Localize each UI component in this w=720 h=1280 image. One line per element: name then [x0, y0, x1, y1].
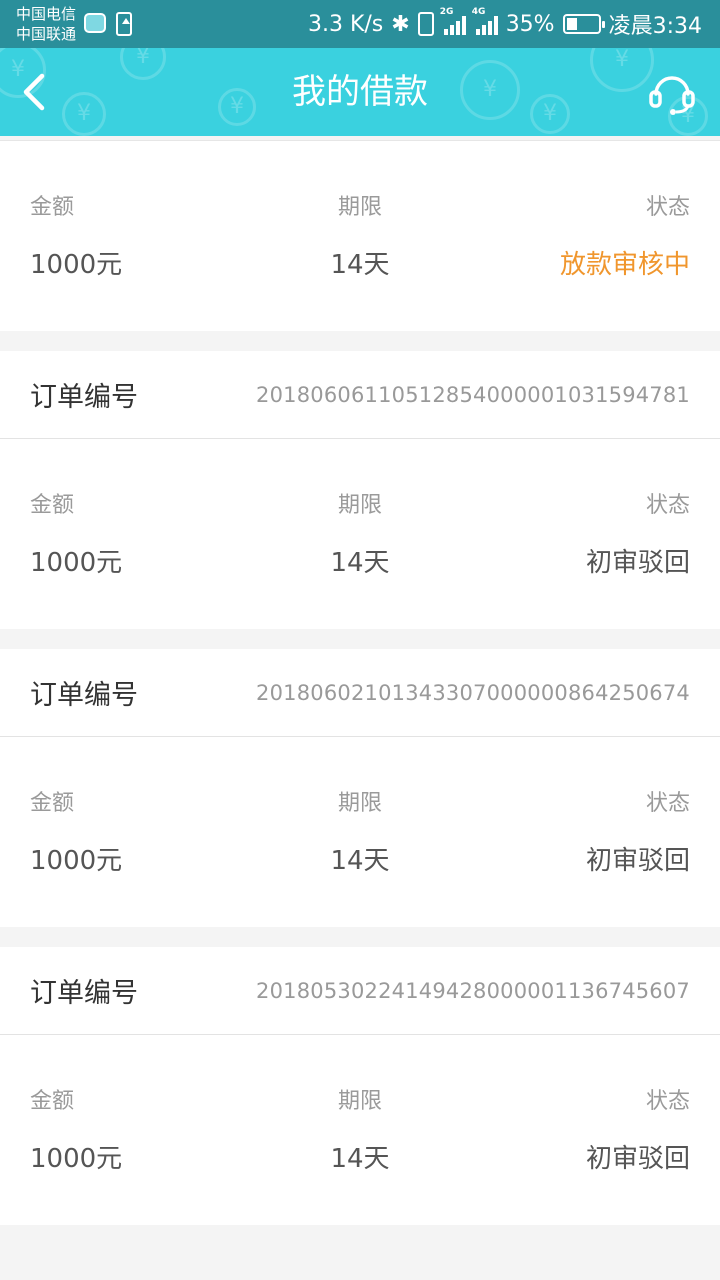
app-header: ¥ ¥ ¥ ¥ ¥ ¥ ¥ ¥ 我的借款	[0, 48, 720, 136]
battery-icon	[562, 14, 605, 34]
loan-list: 金额 1000元 期限 14天 状态 放款审核中 订单编号 2018060611…	[0, 136, 720, 1245]
order-number-label: 订单编号	[30, 680, 138, 711]
signal-icon: 4G	[472, 7, 498, 35]
loan-detail: 金额 1000元 期限 14天 状态 放款审核中	[0, 141, 720, 331]
page-title: 我的借款	[292, 72, 428, 112]
status-label: 状态	[645, 195, 690, 220]
carrier-1: 中国电信	[16, 5, 77, 23]
status-label: 状态	[645, 791, 690, 816]
order-number-label: 订单编号	[30, 382, 138, 413]
loan-detail: 金额 1000元 期限 14天 状态 初审驳回	[0, 1035, 720, 1225]
status-bar: 中国电信 中国联通 3.3 K/s ✱ 2G 4G 35% 凌晨3:34	[0, 0, 720, 48]
order-row: 订单编号 20180530224149428000001136745607	[0, 947, 720, 1035]
headset-icon	[649, 76, 695, 115]
loan-detail: 金额 1000元 期限 14天 状态 初审驳回	[0, 737, 720, 927]
network-type-2: 4G	[471, 7, 486, 17]
order-number: 20180602101343307000000864250674	[256, 680, 690, 705]
status-value: 放款审核中	[559, 250, 690, 280]
status-right: 3.3 K/s ✱ 2G 4G 35% 凌晨3:34	[300, 7, 702, 39]
network-type-1: 2G	[439, 7, 454, 17]
vibrate-icon	[417, 12, 434, 36]
battery-percent: 35%	[505, 11, 555, 37]
carrier-names: 中国电信 中国联通	[16, 4, 76, 44]
loan-card[interactable]: 订单编号 20180602101343307000000864250674 金额…	[0, 649, 720, 927]
screen: 中国电信 中国联通 3.3 K/s ✱ 2G 4G 35% 凌晨3:34 ¥ ¥…	[0, 0, 720, 1280]
loan-card[interactable]: 金额 1000元 期限 14天 状态 放款审核中	[0, 136, 720, 331]
clock: 凌晨3:34	[608, 14, 702, 39]
status-value: 初审驳回	[585, 548, 690, 578]
status-value: 初审驳回	[585, 846, 690, 876]
customer-service-button[interactable]	[646, 66, 698, 118]
loan-card[interactable]: 订单编号 201806061105128540000010315947​81 金…	[0, 351, 720, 629]
status-column: 状态 初审驳回	[586, 491, 690, 581]
bluetooth-icon: ✱	[391, 11, 410, 37]
loan-detail: 金额 1000元 期限 14天 状态 初审驳回	[0, 439, 720, 629]
upload-icon	[116, 12, 132, 36]
status-label: 状态	[645, 493, 690, 518]
order-number: 201806061105128540000010315947​81	[256, 382, 690, 407]
status-label: 状态	[645, 1089, 690, 1114]
order-number: 20180530224149428000001136745607	[256, 978, 690, 1003]
status-column: 状态 初审驳回	[586, 789, 690, 879]
signal-icon: 2G	[440, 7, 466, 35]
order-row: 订单编号 20180602101343307000000864250674	[0, 649, 720, 737]
order-row: 订单编号 201806061105128540000010315947​81	[0, 351, 720, 439]
status-column: 状态 放款审核中	[560, 193, 690, 283]
app-icon	[84, 13, 106, 33]
network-speed: 3.3 K/s	[307, 11, 384, 37]
carrier-2: 中国联通	[16, 25, 77, 43]
loan-card[interactable]: 订单编号 20180530224149428000001136745607 金额…	[0, 947, 720, 1225]
order-number-label: 订单编号	[30, 978, 138, 1009]
status-value: 初审驳回	[585, 1144, 690, 1174]
status-column: 状态 初审驳回	[586, 1087, 690, 1177]
